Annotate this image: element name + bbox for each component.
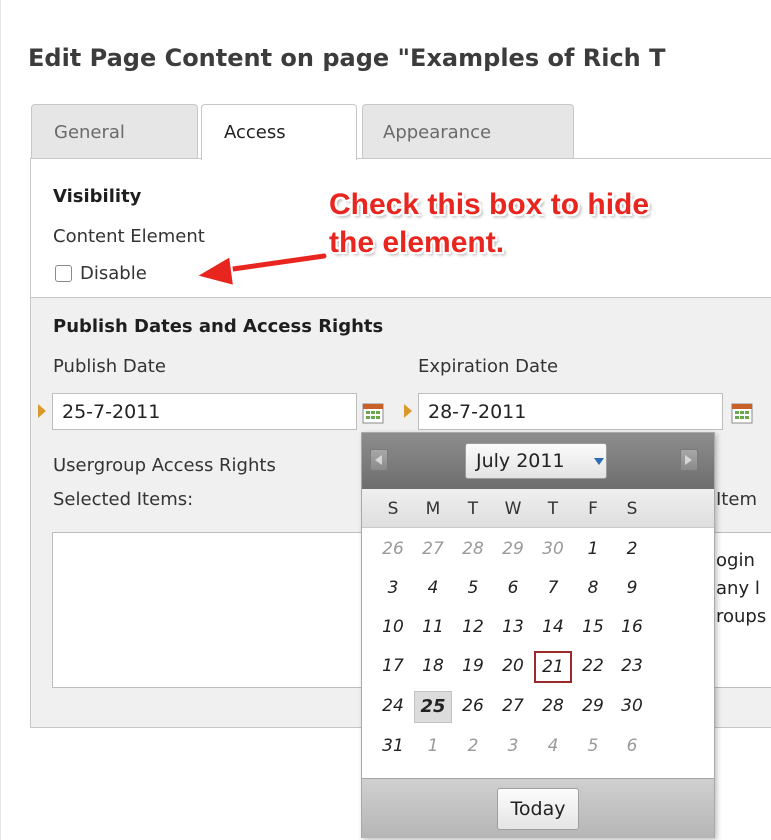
visibility-heading: Visibility [53,186,142,207]
available-items-label: Item [716,489,757,510]
calendar-day[interactable]: 28 [534,691,572,723]
list-item[interactable]: any l [716,578,760,599]
calendar-day[interactable]: 2 [613,534,651,566]
calendar-day[interactable]: 2 [454,731,492,763]
publish-heading: Publish Dates and Access Rights [53,316,384,337]
calendar-day[interactable]: 10 [374,612,412,644]
date-picker-popup: July 2011 SMTWTFS 26 27 28 29 30 1 2 3 4 5 6 7 8 9 10 1… [361,432,715,838]
weekday-header: S [626,499,638,519]
calendar-day[interactable]: 12 [454,612,492,644]
weekday-header-row: SMTWTFS [362,489,714,528]
selected-items-list[interactable] [52,532,372,688]
tab-general[interactable]: General [31,104,198,158]
annotation-line-1: Check this box to hide [329,188,650,221]
calendar-day[interactable]: 3 [374,573,412,605]
calendar-day[interactable]: 1 [574,534,612,566]
calendar-day[interactable]: 6 [494,573,532,605]
calendar-day[interactable]: 5 [574,731,612,763]
calendar-footer: Today [362,778,714,838]
calendar-day[interactable]: 28 [454,534,492,566]
calendar-day[interactable]: 5 [454,573,492,605]
usergroup-label: Usergroup Access Rights [53,455,276,476]
calendar-day[interactable]: 3 [494,731,532,763]
publish-date-input[interactable]: 25-7-2011 [52,393,357,430]
annotation-callout: Check this box to hide the element. [329,186,649,262]
calendar-day[interactable]: 1 [414,731,452,763]
next-month-button[interactable] [680,449,698,471]
list-item[interactable]: roups [716,606,766,627]
calendar-day[interactable]: 13 [494,612,532,644]
tab-access[interactable]: Access [201,104,357,160]
calendar-day[interactable]: 31 [374,731,412,763]
content-element-label: Content Element [53,226,205,247]
calendar-day[interactable]: 30 [613,691,651,723]
disable-checkbox[interactable] [55,265,72,282]
chevron-down-icon [594,458,604,465]
calendar-day[interactable]: 4 [414,573,452,605]
calendar-day[interactable]: 30 [534,534,572,566]
required-marker-icon [404,404,412,418]
calendar-day[interactable]: 21 [534,651,572,683]
calendar-day[interactable]: 9 [613,573,651,605]
calendar-day[interactable]: 29 [574,691,612,723]
calendar-day[interactable]: 27 [494,691,532,723]
chevron-left-icon [375,455,382,465]
calendar-day[interactable]: 7 [534,573,572,605]
weekday-header: M [425,499,441,519]
page-title: Edit Page Content on page "Examples of R… [28,44,666,72]
calendar-day[interactable]: 15 [574,612,612,644]
calendar-day[interactable]: 18 [414,651,452,683]
expiration-date-input[interactable]: 28-7-2011 [418,393,723,430]
disable-label[interactable]: Disable [80,263,147,284]
calendar-header: July 2011 [362,433,714,489]
annotation-line-2: the element. [329,226,505,259]
calendar-day[interactable]: 23 [613,651,651,683]
chevron-right-icon [685,455,692,465]
calendar-day[interactable]: 14 [534,612,572,644]
calendar-day[interactable]: 25 [414,691,452,723]
selected-items-label: Selected Items: [53,489,194,510]
publish-date-label: Publish Date [53,356,166,377]
calendar-day[interactable]: 17 [374,651,412,683]
month-label: July 2011 [476,450,565,472]
calendar-day[interactable]: 16 [613,612,651,644]
required-marker-icon [38,404,46,418]
calendar-day[interactable]: 26 [374,534,412,566]
prev-month-button[interactable] [370,449,388,471]
weekday-header: W [504,499,522,519]
calendar-day[interactable]: 24 [374,691,412,723]
calendar-day[interactable]: 29 [494,534,532,566]
calendar-icon[interactable] [731,402,753,424]
calendar-icon[interactable] [362,402,384,424]
month-select[interactable]: July 2011 [465,443,607,479]
expiration-date-label: Expiration Date [418,356,559,377]
weekday-header: F [588,499,598,519]
left-border [0,0,1,840]
calendar-day[interactable]: 6 [613,731,651,763]
list-item[interactable]: ogin [716,550,755,571]
calendar-day[interactable]: 19 [454,651,492,683]
calendar-day[interactable]: 4 [534,731,572,763]
calendar-day[interactable]: 20 [494,651,532,683]
weekday-header: S [387,499,399,519]
today-button[interactable]: Today [497,788,579,830]
calendar-day[interactable]: 22 [574,651,612,683]
calendar-day[interactable]: 26 [454,691,492,723]
calendar-day[interactable]: 8 [574,573,612,605]
annotation-arrow-icon [195,251,329,287]
tab-appearance[interactable]: Appearance [362,104,574,158]
weekday-header: T [467,499,479,519]
calendar-day[interactable]: 11 [414,612,452,644]
weekday-header: T [547,499,559,519]
calendar-day[interactable]: 27 [414,534,452,566]
